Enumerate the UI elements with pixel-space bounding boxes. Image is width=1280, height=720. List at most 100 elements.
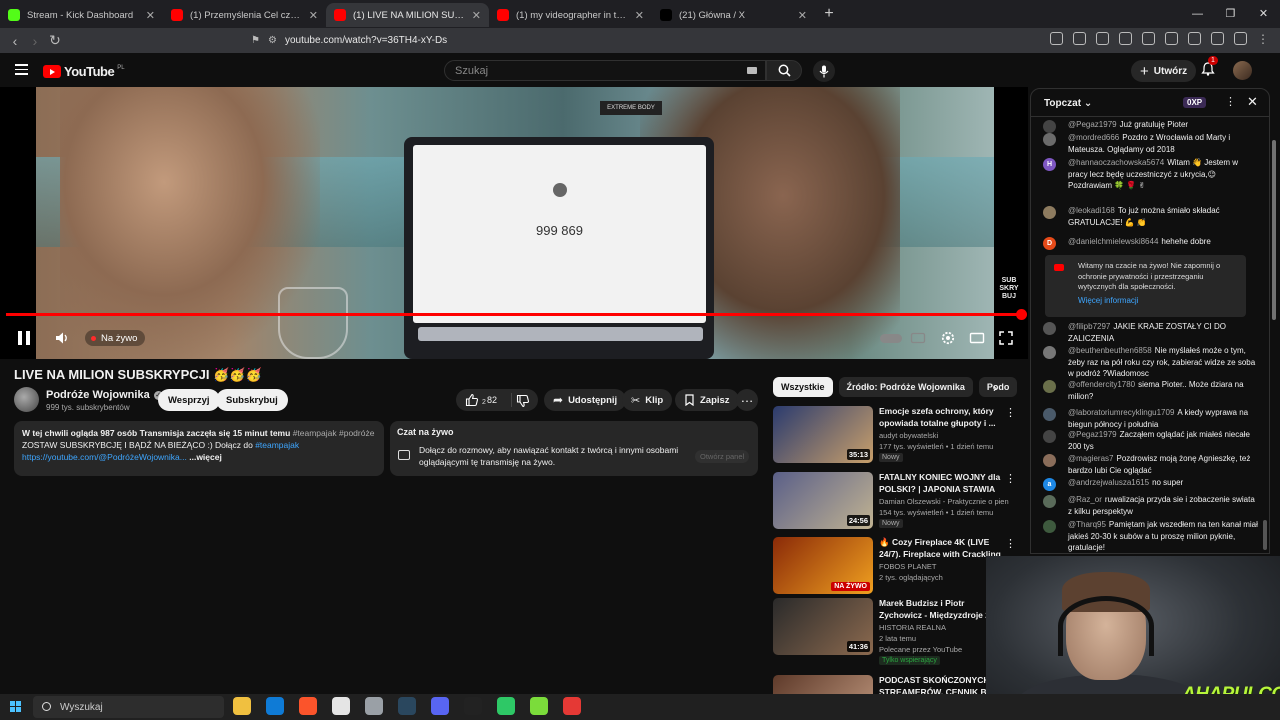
chat-message[interactable]: @Pegaz1979 Zacząłem oglądać jak miałeś ni…	[1043, 429, 1259, 452]
close-window-icon[interactable]: ✕	[1247, 0, 1280, 28]
chat-message[interactable]: @magieras7 Pozdrowisz moją żonę Agnieszkę…	[1043, 453, 1259, 476]
search-button[interactable]	[766, 60, 802, 81]
page-scrollbar[interactable]	[1272, 140, 1276, 320]
taskbar-app-icon[interactable]	[299, 697, 317, 715]
taskbar-app-icon[interactable]	[332, 697, 350, 715]
chat-message[interactable]: @Tharq95 Pamiętam jak wszedłem na ten kan…	[1043, 519, 1259, 553]
progress-bar[interactable]	[6, 313, 1022, 316]
chat-username[interactable]: @mordred666	[1068, 133, 1119, 142]
chat-username[interactable]: @Pegaz1979	[1068, 430, 1117, 439]
extension-icon[interactable]	[1142, 32, 1155, 45]
chat-user-avatar[interactable]	[1043, 495, 1056, 508]
taskbar-app-icon[interactable]	[497, 697, 515, 715]
subscribe-watermark[interactable]: SUB SKRY BUJ	[998, 277, 1020, 301]
extension-icon[interactable]	[1211, 32, 1224, 45]
chat-username[interactable]: @hannaoczachowska5674	[1068, 158, 1164, 167]
extension-icon[interactable]	[1234, 32, 1247, 45]
browser-tab[interactable]: (1) my videographer in the back 😂 ✕	[489, 3, 652, 27]
close-chat-icon[interactable]: ✕	[1247, 94, 1258, 110]
more-options-icon[interactable]: ⋮	[1005, 537, 1016, 550]
subtitles-icon[interactable]	[910, 330, 926, 346]
chat-user-avatar[interactable]	[1043, 133, 1056, 146]
taskbar-search[interactable]: Wyszukaj	[33, 696, 224, 718]
video-thumbnail[interactable]: 24:56	[773, 472, 873, 529]
thumbs-down-icon[interactable]	[516, 394, 530, 408]
chat-username[interactable]: @Pegaz1979	[1068, 120, 1117, 129]
chat-user-avatar[interactable]	[1043, 322, 1056, 335]
chat-user-avatar[interactable]	[1043, 408, 1056, 421]
chat-scrollbar[interactable]	[1263, 520, 1267, 550]
save-button[interactable]: Zapisz	[675, 389, 739, 411]
tab-close-icon[interactable]: ✕	[472, 9, 481, 22]
chat-message[interactable]: @Raz_or ruwalizacja przyda sie i zobaczen…	[1043, 494, 1259, 517]
chat-message[interactable]: a @andrzejwalusza1615 no super	[1043, 477, 1259, 491]
settings-gear-icon[interactable]	[940, 330, 956, 346]
fullscreen-icon[interactable]	[998, 330, 1014, 346]
windows-start-icon[interactable]	[10, 701, 21, 712]
show-more-link[interactable]: ...więcej	[189, 452, 222, 462]
video-thumbnail[interactable]: 35:13	[773, 406, 873, 463]
channel-avatar[interactable]	[14, 387, 39, 412]
video-title[interactable]: Emocje szefa ochrony, który opowiada tot…	[879, 406, 1007, 429]
extension-icon[interactable]	[1165, 32, 1178, 45]
chat-username[interactable]: @laboratoriumrecyklingu1709	[1068, 408, 1174, 417]
chat-username[interactable]: @Raz_or	[1068, 495, 1102, 504]
chat-mode-dropdown[interactable]: Topczat ⌄	[1044, 98, 1092, 109]
chat-message[interactable]: @Pegaz1979 Już gratuluję Pioter	[1043, 119, 1259, 133]
subscribe-button[interactable]: Subskrybuj	[216, 389, 288, 411]
extension-icon[interactable]	[1096, 32, 1109, 45]
hashtag-link[interactable]: #teampajak	[255, 440, 299, 450]
chat-username[interactable]: @filipb7297	[1068, 322, 1110, 331]
chat-menu-icon[interactable]: ⋮	[1225, 95, 1236, 108]
share-button[interactable]: ➦ Udostępnij	[544, 389, 627, 411]
chat-username[interactable]: @andrzejwalusza1615	[1068, 478, 1149, 487]
pause-icon[interactable]	[17, 331, 31, 345]
tab-close-icon[interactable]: ✕	[146, 9, 155, 22]
taskbar-app-icon[interactable]	[365, 697, 383, 715]
chat-username[interactable]: @magieras7	[1068, 454, 1113, 463]
open-panel-button[interactable]: Otwórz panel	[695, 450, 750, 463]
live-indicator[interactable]: Na żywo	[85, 330, 146, 346]
taskbar-app-icon[interactable]	[431, 697, 449, 715]
recommended-video[interactable]: 35:13 Emocje szefa ochrony, który opowiad…	[773, 406, 1023, 468]
chat-message[interactable]: @leokadi168 To już można śmiało składać G…	[1043, 205, 1259, 228]
browser-tab[interactable]: (1) Przemyślenia Cel czy Droga do Ce ✕	[163, 3, 326, 27]
video-thumbnail[interactable]: 41:36	[773, 598, 873, 655]
url-field[interactable]: ⚑ ⚙ youtube.com/watch?v=36TH4-xY-Ds	[251, 31, 998, 50]
chevron-right-icon[interactable]: ›	[993, 381, 997, 395]
chat-user-avatar[interactable]	[1043, 380, 1056, 393]
more-options-icon[interactable]: ⋮	[1005, 472, 1016, 485]
taskbar-app-icon[interactable]	[563, 697, 581, 715]
browser-tab[interactable]: Stream - Kick Dashboard ✕	[0, 3, 163, 27]
progress-scrubber[interactable]	[1016, 309, 1027, 320]
chat-message[interactable]: @filipb7297 JAKIE KRAJE ZOSTAŁY CI DO ZAL…	[1043, 321, 1259, 344]
thumbs-up-icon[interactable]	[465, 393, 479, 407]
video-player[interactable]: EXTREME BODY 999 869 SUB SKRY BUJ Na żyw…	[0, 87, 1028, 359]
chat-user-avatar[interactable]	[1043, 346, 1056, 359]
browser-tab[interactable]: (21) Główna / X ✕	[652, 3, 815, 27]
recommended-video[interactable]: 24:56 FATALNY KONIEC WOJNY dla POLSKI? | …	[773, 472, 1023, 534]
extension-icon[interactable]	[1188, 32, 1201, 45]
video-title[interactable]: FATALNY KONIEC WOJNY dla POLSKI? | JAPON…	[879, 472, 1007, 496]
tab-close-icon[interactable]: ✕	[798, 9, 807, 22]
site-info-icon[interactable]: ⚙	[268, 35, 277, 46]
channel-name[interactable]: Damian Olszewski - Praktycznie o pienią.…	[879, 497, 1009, 506]
chat-message[interactable]: @beuthenbeuthen6858 Nie myślałeś może o t…	[1043, 345, 1259, 380]
chat-user-avatar[interactable]: a	[1043, 478, 1056, 491]
hashtags[interactable]: #teampajak #podróże	[293, 428, 375, 438]
chat-username[interactable]: @Tharq95	[1068, 520, 1106, 529]
forward-icon[interactable]: ›	[25, 33, 45, 49]
browser-tab[interactable]: (1) LIVE NA MILION SUBSKRYP ✕	[326, 3, 489, 27]
minimize-icon[interactable]: —	[1181, 0, 1214, 28]
extension-icon[interactable]	[1119, 32, 1132, 45]
filter-chip[interactable]: Podo	[978, 377, 1018, 397]
support-button[interactable]: Wesprzyj	[158, 389, 220, 411]
extension-icon[interactable]	[1050, 32, 1063, 45]
taskbar-app-icon[interactable]	[233, 697, 251, 715]
chat-username[interactable]: @beuthenbeuthen6858	[1068, 346, 1152, 355]
filter-chip[interactable]: Źródło: Podróże Wojownika	[838, 377, 973, 397]
chat-user-avatar[interactable]: H	[1043, 158, 1056, 171]
theater-mode-icon[interactable]	[969, 330, 985, 346]
hamburger-menu-icon[interactable]	[15, 64, 28, 78]
chat-username[interactable]: @leokadi168	[1068, 206, 1115, 215]
